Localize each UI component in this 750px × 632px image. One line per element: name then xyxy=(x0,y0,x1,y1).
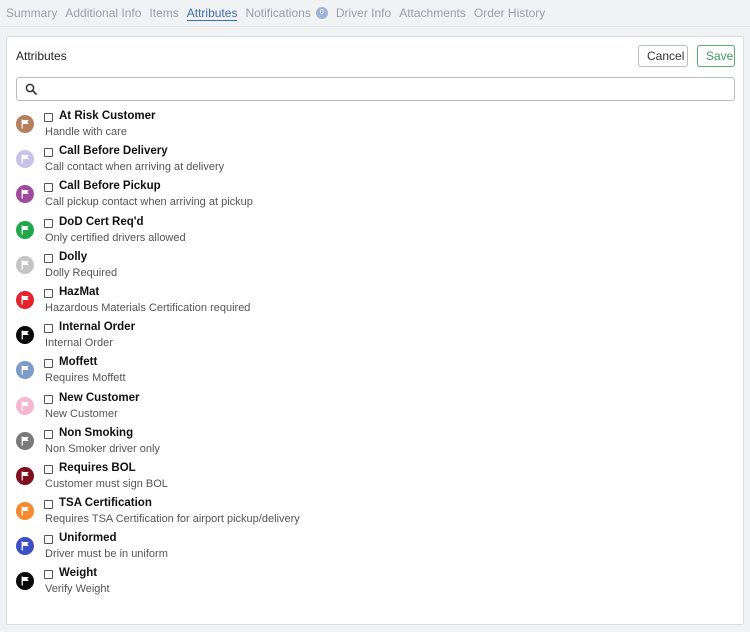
attribute-description: Internal Order xyxy=(45,337,113,350)
flag-icon xyxy=(16,466,34,485)
attribute-checkbox[interactable] xyxy=(44,359,53,369)
attributes-panel: Attributes Cancel Save At Risk Customer H… xyxy=(6,36,744,625)
attribute-item: Internal Order Internal Order xyxy=(7,321,743,357)
flag-icon xyxy=(16,431,34,450)
attribute-item: Weight Verify Weight xyxy=(7,567,743,603)
tab-bar: Summary Additional Info Items Attributes Not… xyxy=(0,0,750,27)
attribute-item: Non Smoking Non Smoker driver only xyxy=(7,426,743,463)
attribute-item: TSA Certification Requires TSA Certificat… xyxy=(7,497,743,533)
attribute-item: Dolly Dolly Required xyxy=(7,250,743,287)
flag-icon xyxy=(16,326,34,345)
attribute-item: Moffett Requires Moffett xyxy=(7,356,743,392)
tab-label: Summary xyxy=(6,5,58,20)
attribute-checkbox[interactable] xyxy=(44,464,53,474)
attribute-name: Non Smoking xyxy=(59,426,134,439)
flag-icon xyxy=(16,290,34,309)
attribute-description: Call contact when arriving at delivery xyxy=(45,161,225,174)
tab-label: Notifications xyxy=(245,5,311,20)
attribute-checkbox[interactable] xyxy=(44,500,53,510)
attribute-checkbox[interactable] xyxy=(44,148,53,158)
attribute-name: Weight xyxy=(59,567,98,580)
panel-title: Attributes xyxy=(16,49,67,63)
attribute-name: DoD Cert Req'd xyxy=(59,215,144,228)
attribute-checkbox[interactable] xyxy=(44,218,53,228)
tab-order-history[interactable]: Order History xyxy=(474,0,545,20)
tab-summary[interactable]: Summary xyxy=(6,0,57,20)
search-input[interactable] xyxy=(43,80,727,100)
flag-icon xyxy=(16,396,34,415)
attribute-name: Requires BOL xyxy=(59,461,136,474)
attribute-item: HazMat Hazardous Materials Certification … xyxy=(7,285,743,322)
attribute-name: Call Before Delivery xyxy=(59,145,168,158)
flag-icon xyxy=(16,115,34,133)
flag-icon xyxy=(16,150,34,169)
search-icon xyxy=(25,83,37,95)
attribute-name: Internal Order xyxy=(59,321,136,334)
attribute-name: New Customer xyxy=(59,391,140,404)
attribute-item: Uniformed Driver must be in uniform xyxy=(7,532,743,568)
attribute-name: HazMat xyxy=(59,285,100,298)
attribute-item: At Risk Customer Handle with care xyxy=(7,110,743,146)
attribute-item: DoD Cert Req'd Only certified drivers all… xyxy=(7,215,743,252)
attribute-item: Call Before Delivery Call contact when ar… xyxy=(7,145,743,181)
attribute-checkbox[interactable] xyxy=(44,429,53,439)
tab-label: Attributes xyxy=(186,5,238,20)
tab-label: Items xyxy=(149,5,179,20)
notification-count-badge: 0 xyxy=(315,6,328,19)
attribute-checkbox[interactable] xyxy=(44,288,53,298)
attribute-name: Dolly xyxy=(59,250,88,263)
tab-attributes[interactable]: Attributes xyxy=(186,0,238,21)
attribute-name: Moffett xyxy=(59,356,98,369)
attribute-description: Only certified drivers allowed xyxy=(45,231,186,244)
flag-icon xyxy=(16,255,34,274)
attribute-checkbox[interactable] xyxy=(44,570,53,580)
tab-driver-info[interactable]: Driver Info xyxy=(336,0,391,20)
flag-icon xyxy=(16,185,34,204)
tab-items[interactable]: Items xyxy=(149,0,178,20)
attribute-checkbox[interactable] xyxy=(44,113,53,122)
attribute-checkbox[interactable] xyxy=(44,324,53,334)
attribute-description: Verify Weight xyxy=(45,583,110,596)
tab-notifications[interactable]: Notifications 0 xyxy=(245,0,328,20)
tab-label: Additional Info xyxy=(65,5,142,20)
attribute-checkbox[interactable] xyxy=(44,183,53,193)
attribute-item: New Customer New Customer xyxy=(7,391,743,428)
flag-icon xyxy=(16,220,34,239)
attribute-description: Driver must be in uniform xyxy=(45,548,168,561)
flag-icon xyxy=(16,537,34,556)
attribute-name: At Risk Customer xyxy=(59,110,156,122)
attribute-description: Handle with care xyxy=(45,126,127,138)
attribute-description: Requires TSA Certification for airport p… xyxy=(45,513,300,526)
tab-label: Order History xyxy=(473,5,546,20)
cancel-button[interactable]: Cancel xyxy=(638,45,688,67)
attribute-list: At Risk Customer Handle with care Call Bef… xyxy=(7,110,743,604)
attribute-item: Call Before Pickup Call pickup contact wh… xyxy=(7,180,743,216)
attribute-description: Non Smoker driver only xyxy=(45,442,160,455)
tab-label: Attachments xyxy=(399,5,466,20)
tab-additional-info[interactable]: Additional Info xyxy=(65,0,141,20)
tab-label: Driver Info xyxy=(335,5,392,20)
attribute-name: Call Before Pickup xyxy=(59,180,161,193)
attribute-item: Requires BOL Customer must sign BOL xyxy=(7,461,743,498)
attribute-description: Hazardous Materials Certification requir… xyxy=(45,301,251,314)
attribute-description: Dolly Required xyxy=(45,266,118,279)
attribute-checkbox[interactable] xyxy=(44,253,53,263)
attribute-name: Uniformed xyxy=(59,532,117,545)
tab-attachments[interactable]: Attachments xyxy=(399,0,466,20)
attribute-name: TSA Certification xyxy=(59,497,152,510)
flag-icon xyxy=(16,572,34,591)
flag-icon xyxy=(16,361,34,380)
attribute-description: Customer must sign BOL xyxy=(45,477,168,490)
save-button[interactable]: Save xyxy=(697,45,735,67)
attribute-checkbox[interactable] xyxy=(44,394,53,404)
flag-icon xyxy=(16,502,34,521)
search-box[interactable] xyxy=(16,77,735,101)
attribute-checkbox[interactable] xyxy=(44,535,53,545)
attribute-description: New Customer xyxy=(45,407,118,420)
attribute-description: Call pickup contact when arriving at pic… xyxy=(45,196,253,209)
attribute-description: Requires Moffett xyxy=(45,372,126,385)
